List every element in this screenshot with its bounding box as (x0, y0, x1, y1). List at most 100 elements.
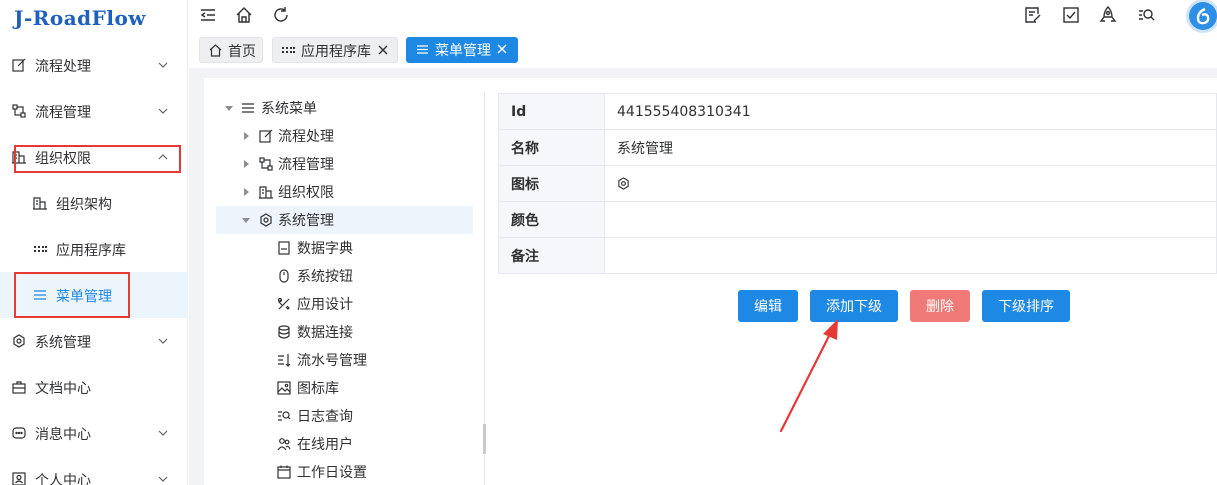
close-icon[interactable] (377, 44, 389, 56)
log-search-icon (277, 409, 291, 423)
gear-icon (617, 177, 630, 190)
chevron-down-icon (158, 474, 168, 484)
table-row: 名称 系统管理 (498, 129, 1217, 166)
home-icon (209, 44, 222, 57)
tree-node-data-connection[interactable]: 数据连接 (216, 318, 473, 346)
book-icon (277, 241, 291, 255)
tree-node-org-permissions[interactable]: 组织权限 (216, 178, 473, 206)
tab-label: 应用程序库 (301, 44, 371, 60)
tree-node-system-management[interactable]: 系统管理 (216, 206, 473, 234)
tree-node-label: 系统管理 (278, 213, 334, 229)
grid-icon (282, 44, 295, 57)
tree-node-process-management[interactable]: 流程管理 (216, 150, 473, 178)
tree-node-label: 工作日设置 (297, 465, 367, 481)
field-label-icon: 图标 (498, 165, 605, 202)
app-logo: J-RoadFlow (14, 6, 147, 30)
sidebar-item-system-management[interactable]: 系统管理 (0, 318, 188, 364)
tab-label: 菜单管理 (435, 43, 491, 59)
chevron-down-icon (158, 336, 168, 346)
tree-node-process-handling[interactable]: 流程处理 (216, 122, 473, 150)
message-icon (12, 426, 26, 440)
tree-node-label: 系统按钮 (297, 269, 353, 285)
field-value-name: 系统管理 (604, 129, 1217, 166)
sort-children-button[interactable]: 下级排序 (982, 290, 1070, 322)
edit-button[interactable]: 编辑 (738, 290, 798, 322)
sidebar-item-process-management[interactable]: 流程管理 (0, 88, 188, 134)
sidebar-item-document-center[interactable]: 文档中心 (0, 364, 188, 410)
delete-button[interactable]: 删除 (910, 290, 970, 322)
tree-node-log-query[interactable]: 日志查询 (216, 402, 473, 430)
chevron-down-icon (158, 106, 168, 116)
caret-down-icon (242, 216, 250, 224)
tree-node-label: 流水号管理 (297, 353, 367, 369)
menu-icon (241, 101, 255, 115)
add-child-button[interactable]: 添加下级 (810, 290, 898, 322)
tab-home[interactable]: 首页 (199, 37, 263, 63)
tree-node-online-users[interactable]: 在线用户 (216, 430, 473, 458)
avatar[interactable] (1189, 2, 1217, 30)
sidebar-item-personal-center[interactable]: 个人中心 (0, 456, 188, 485)
tree-node-app-design[interactable]: 应用设计 (216, 290, 473, 318)
annotation-box-org-permissions (14, 145, 181, 173)
grid-icon (33, 242, 47, 256)
collapse-icon[interactable] (199, 6, 217, 24)
rocket-icon[interactable] (1099, 6, 1117, 24)
tab-app-library[interactable]: 应用程序库 (272, 37, 398, 63)
tree-node-workday-settings[interactable]: 工作日设置 (216, 458, 473, 485)
refresh-icon[interactable] (272, 6, 290, 24)
tab-menu-management[interactable]: 菜单管理 (406, 37, 518, 63)
tree-node-label: 流程处理 (278, 129, 334, 145)
edit-icon (12, 58, 26, 72)
home-icon[interactable] (235, 6, 253, 24)
tree-node-system-buttons[interactable]: 系统按钮 (216, 262, 473, 290)
tree-node-data-dictionary[interactable]: 数据字典 (216, 234, 473, 262)
sidebar-item-label: 文档中心 (35, 381, 91, 397)
mouse-icon (277, 269, 291, 283)
table-row: 图标 (498, 165, 1217, 202)
sort-number-icon (277, 353, 291, 367)
field-label-id: Id (498, 93, 605, 130)
sidebar-item-label: 组织架构 (56, 197, 112, 213)
field-label-color: 颜色 (498, 201, 605, 238)
field-value-color (604, 201, 1217, 238)
annotation-box-menu-management (14, 272, 130, 318)
sidebar-item-label: 流程管理 (35, 105, 91, 121)
sidebar-item-label: 流程处理 (35, 59, 91, 75)
flow-icon (259, 157, 273, 171)
database-icon (277, 325, 291, 339)
sidebar-item-app-library[interactable]: 应用程序库 (0, 226, 188, 272)
tree-node-label: 流程管理 (278, 157, 334, 173)
sidebar-item-org-structure[interactable]: 组织架构 (0, 180, 188, 226)
tree-node-icon-library[interactable]: 图标库 (216, 374, 473, 402)
chevron-down-icon (158, 60, 168, 70)
sidebar-item-label: 消息中心 (35, 427, 91, 443)
tree-node-label: 应用设计 (297, 297, 353, 313)
close-icon[interactable] (496, 43, 508, 55)
flow-icon (12, 104, 26, 118)
chevron-down-icon (158, 428, 168, 438)
tree-node-label: 在线用户 (297, 437, 353, 453)
edit-icon (259, 129, 273, 143)
sidebar-item-label: 个人中心 (35, 473, 91, 485)
edit-note-icon[interactable] (1024, 6, 1042, 24)
caret-down-icon (225, 104, 233, 112)
building-icon (259, 185, 273, 199)
users-icon (277, 437, 291, 451)
tree-node-root[interactable]: 系统菜单 (216, 94, 473, 122)
tree-node-serial-number[interactable]: 流水号管理 (216, 346, 473, 374)
field-value-icon (604, 165, 1217, 202)
search-list-icon[interactable] (1137, 6, 1155, 24)
calendar-icon (277, 465, 291, 479)
tree-node-label: 日志查询 (297, 409, 353, 425)
checkbox-icon[interactable] (1062, 6, 1080, 24)
sidebar-item-label: 应用程序库 (56, 243, 126, 259)
sidebar-item-process-handling[interactable]: 流程处理 (0, 42, 188, 88)
tree-node-label: 系统菜单 (261, 101, 317, 117)
split-resize-handle[interactable] (483, 424, 486, 454)
table-row: 备注 (498, 237, 1217, 274)
tree-node-label: 数据字典 (297, 241, 353, 257)
sidebar: J-RoadFlow 流程处理 流程管理 组织权限 组织架构 应用程序库 菜单管… (0, 0, 188, 485)
sidebar-item-label: 系统管理 (35, 335, 91, 351)
sidebar-item-message-center[interactable]: 消息中心 (0, 410, 188, 456)
caret-right-icon (242, 188, 250, 196)
